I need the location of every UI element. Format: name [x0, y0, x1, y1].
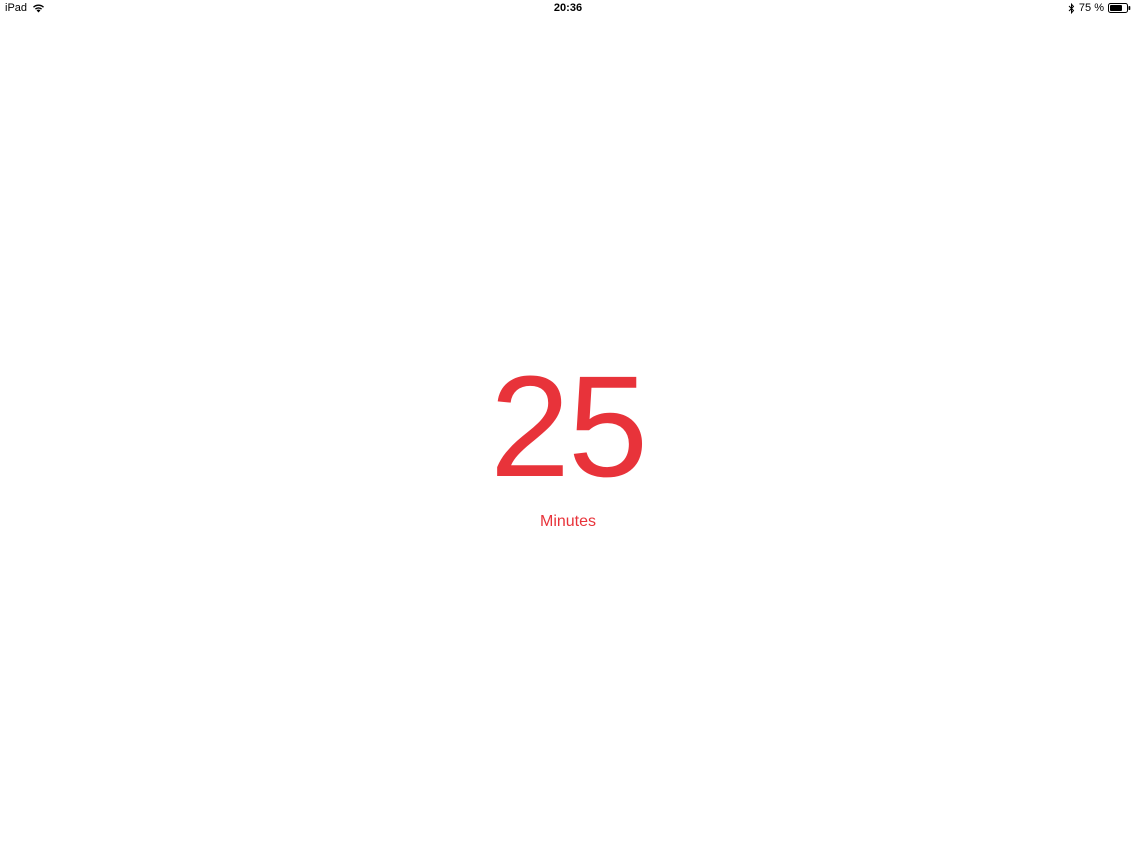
app-screen: iPad 20:36 75 % 25 Minutes: [0, 0, 1136, 852]
bluetooth-icon: [1068, 2, 1075, 14]
timer-unit-label: Minutes: [539, 513, 597, 530]
battery-icon: [1108, 3, 1131, 13]
status-time: 20:36: [553, 2, 583, 14]
battery-percent: 75 %: [1078, 2, 1104, 14]
timer-display[interactable]: 25 Minutes: [0, 355, 1136, 531]
status-right: 75 %: [1068, 2, 1131, 14]
timer-value: 25: [489, 346, 648, 507]
status-bar: iPad 20:36 75 %: [0, 0, 1136, 18]
